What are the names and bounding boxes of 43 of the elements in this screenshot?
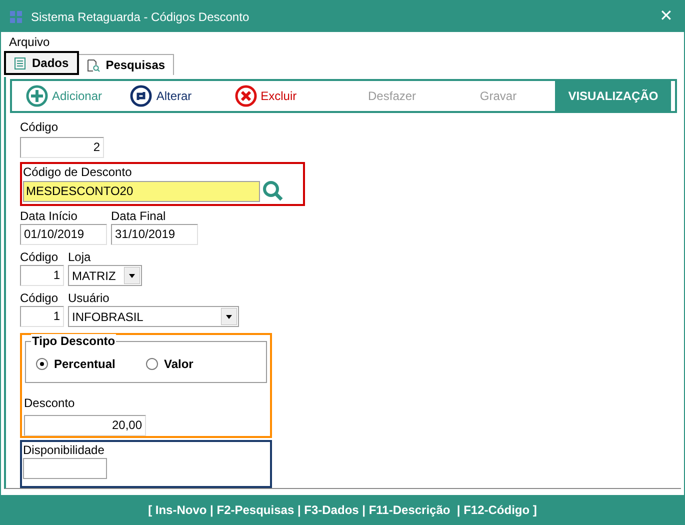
- field-label: Código: [20, 290, 60, 306]
- toolbar-button[interactable]: Alterar: [130, 81, 235, 111]
- field-label: Disponibilidade: [23, 442, 106, 458]
- plus-circle-icon: [26, 85, 48, 107]
- toolbar-button[interactable]: Excluir: [234, 81, 339, 111]
- close-button[interactable]: ✕: [656, 4, 676, 28]
- field-label: Desconto: [24, 396, 75, 410]
- menu-item[interactable]: Arquivo: [9, 32, 50, 50]
- code-field[interactable]: 2: [20, 137, 104, 158]
- field-label: Usuário: [68, 290, 110, 306]
- radio-label: Valor: [164, 356, 194, 373]
- tab[interactable]: Pesquisas: [78, 54, 174, 75]
- field-label: Data Final: [111, 208, 167, 224]
- discount-field[interactable]: 20,00: [24, 415, 146, 436]
- dropdown-arrow-icon: [124, 267, 140, 284]
- discount-code-field[interactable]: MESDESCONTO20: [23, 180, 260, 202]
- date-field[interactable]: 01/10/2019: [20, 224, 107, 245]
- group-title: Tipo Desconto: [31, 334, 116, 348]
- toolbar-button[interactable]: Adicionar: [26, 81, 130, 111]
- status-bar: [ Ins-Novo | F2-Pesquisas | F3-Dados | F11-Descrição | F12-Código ]: [1, 495, 684, 524]
- field-label: Código de Desconto: [23, 164, 133, 180]
- delete-circle-icon: [234, 85, 257, 107]
- document-search-icon: [86, 58, 100, 72]
- date-field[interactable]: 31/10/2019: [111, 224, 198, 245]
- dropdown-arrow-icon: [221, 308, 237, 325]
- field-label: Data Início: [20, 208, 78, 224]
- field-label: Código: [20, 249, 60, 265]
- code-field[interactable]: 1: [20, 265, 64, 286]
- field-label: Loja: [68, 249, 92, 265]
- list-icon: [14, 56, 26, 70]
- radio-button[interactable]: [146, 358, 158, 370]
- window-title: Sistema Retaguarda - Códigos Desconto: [31, 8, 250, 26]
- field-label: Código: [20, 119, 60, 135]
- app-icon: [9, 10, 23, 24]
- search-icon[interactable]: [262, 180, 284, 202]
- radio-button[interactable]: [36, 358, 48, 370]
- code-field[interactable]: 1: [20, 306, 64, 327]
- availability-field[interactable]: [23, 458, 107, 479]
- radio-label: Percentual: [54, 356, 116, 373]
- tab[interactable]: Dados: [4, 51, 79, 75]
- dropdown[interactable]: MATRIZ: [68, 265, 142, 286]
- dropdown[interactable]: INFOBRASIL: [68, 306, 239, 327]
- edit-circle-icon: [130, 85, 152, 107]
